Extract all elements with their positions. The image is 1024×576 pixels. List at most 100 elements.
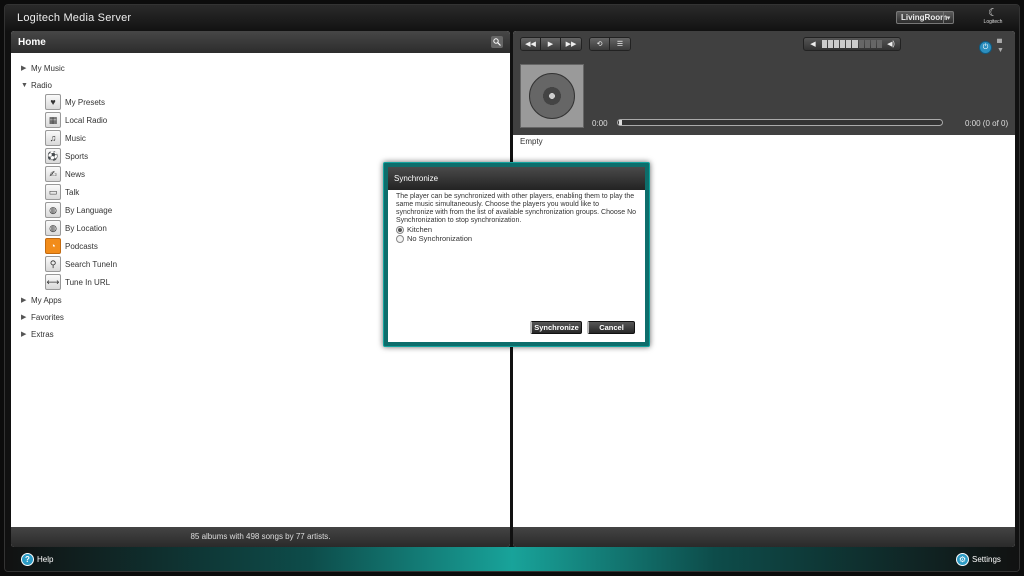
radio-item-sports[interactable]: ⚽ Sports	[45, 148, 88, 164]
shuffle-icon[interactable]: ☰	[610, 38, 630, 50]
nav-item-label: My Music	[31, 63, 65, 73]
music-note-icon: ♫	[45, 130, 61, 146]
volume-segment[interactable]	[870, 40, 876, 48]
radio-item-podcasts[interactable]: ◔ Podcasts	[45, 238, 98, 254]
radio-item-local-radio[interactable]: ▦ Local Radio	[45, 112, 107, 128]
sync-option-none[interactable]: No Synchronization	[396, 235, 637, 243]
album-art	[520, 64, 584, 128]
volume-segment[interactable]	[822, 40, 828, 48]
speech-bubble-icon: ▭	[45, 184, 61, 200]
radio-item-label: By Language	[65, 205, 113, 215]
logitech-logo: ☾ Logitech	[981, 8, 1005, 28]
dialog-buttons: Synchronize Cancel	[530, 321, 635, 334]
radio-item-by-location[interactable]: ◍ By Location	[45, 220, 107, 236]
radio-item-label: Search TuneIn	[65, 259, 118, 269]
volume-control: ◀ ◀)	[803, 37, 901, 51]
radio-item-label: Local Radio	[65, 115, 108, 125]
url-icon: ⟷	[45, 274, 61, 290]
volume-segment[interactable]	[834, 40, 840, 48]
radio-item-search-tunein[interactable]: ⚲ Search TuneIn	[45, 256, 117, 272]
radio-item-talk[interactable]: ▭ Talk	[45, 184, 79, 200]
player-controls: ◀◀ ▶ ▶▶ ⟲ ☰ ◀ ◀) ⏻ ▀ ▼ 0:00 0:00 (0 of 0…	[513, 31, 1015, 135]
gear-icon: ⚙	[956, 553, 969, 566]
synchronize-dialog: Synchronize The player can be synchroniz…	[383, 162, 650, 347]
playback-mode-controls: ⟲ ☰	[589, 37, 631, 51]
news-icon: ✍	[45, 166, 61, 182]
radio-item-music[interactable]: ♫ Music	[45, 130, 86, 146]
settings-label: Settings	[972, 555, 1001, 564]
progress-thumb[interactable]	[619, 120, 622, 125]
nav-item-extras[interactable]: ▶ Extras	[21, 327, 54, 341]
radio-item-label: Podcasts	[65, 241, 98, 251]
play-icon[interactable]: ▶	[541, 38, 561, 50]
radio-button-selected[interactable]	[396, 226, 404, 234]
nav-item-my-music[interactable]: ▶ My Music	[21, 61, 65, 75]
nav-item-label: My Apps	[31, 295, 62, 305]
search-icon[interactable]	[491, 36, 503, 48]
power-icon[interactable]: ⏻	[979, 41, 992, 54]
nav-item-favorites[interactable]: ▶ Favorites	[21, 310, 64, 324]
dialog-content: The player can be synchronized with othe…	[388, 190, 645, 246]
expand-arrow-icon: ▶	[21, 297, 27, 304]
globe-location-icon: ◍	[45, 220, 61, 236]
cancel-button[interactable]: Cancel	[587, 321, 635, 334]
app-title: Logitech Media Server	[17, 12, 132, 24]
radio-item-label: Sports	[65, 151, 89, 161]
dialog-title: Synchronize	[388, 167, 645, 190]
chevron-down-icon: ▾	[943, 12, 953, 23]
radio-item-news[interactable]: ✍ News	[45, 166, 85, 182]
help-label: Help	[37, 555, 54, 564]
globe-icon: ◍	[45, 202, 61, 218]
mini-player-icon[interactable]: ▀ ▼	[997, 40, 1007, 54]
expand-arrow-icon: ▶	[21, 331, 27, 338]
player-selector[interactable]: LivingRoom ▾	[896, 11, 954, 24]
sync-option-label: No Synchronization	[407, 234, 473, 243]
radio-item-label: By Location	[65, 223, 107, 233]
volume-segment[interactable]	[840, 40, 846, 48]
nav-item-my-apps[interactable]: ▶ My Apps	[21, 293, 62, 307]
home-panel-title: Home	[18, 37, 46, 48]
settings-button[interactable]: ⚙ Settings	[956, 553, 1001, 566]
volume-segment[interactable]	[828, 40, 834, 48]
rewind-icon[interactable]: ◀◀	[521, 38, 541, 50]
volume-down-icon[interactable]: ◀	[807, 40, 819, 48]
nav-item-radio[interactable]: ▼ Radio	[21, 78, 52, 92]
radio-button[interactable]	[396, 235, 404, 243]
progress-bar[interactable]	[617, 119, 943, 126]
fast-forward-icon[interactable]: ▶▶	[561, 38, 581, 50]
help-button[interactable]: ? Help	[21, 553, 53, 566]
volume-segment[interactable]	[846, 40, 852, 48]
volume-segment[interactable]	[858, 40, 864, 48]
volume-up-icon[interactable]: ◀)	[885, 40, 897, 48]
heart-icon: ♥	[45, 94, 61, 110]
sync-option-kitchen[interactable]: Kitchen	[396, 226, 637, 234]
local-radio-icon: ▦	[45, 112, 61, 128]
dialog-description: The player can be synchronized with othe…	[396, 193, 637, 224]
rss-icon: ◔	[45, 238, 61, 254]
nav-item-label: Radio	[31, 80, 52, 90]
elapsed-time: 0:00	[592, 119, 608, 128]
cd-disc-icon	[529, 73, 575, 119]
volume-segment[interactable]	[876, 40, 882, 48]
volume-segment[interactable]	[864, 40, 870, 48]
radio-item-tune-in-url[interactable]: ⟷ Tune In URL	[45, 274, 110, 290]
radio-item-label: News	[65, 169, 86, 179]
radio-item-label: My Presets	[65, 97, 106, 107]
player-selector-label: LivingRoom	[901, 13, 948, 22]
nav-item-label: Extras	[31, 329, 54, 339]
soccer-ball-icon: ⚽	[45, 148, 61, 164]
volume-segment[interactable]	[852, 40, 858, 48]
radio-item-by-language[interactable]: ◍ By Language	[45, 202, 112, 218]
logo-text: Logitech	[983, 19, 1003, 25]
library-stats: 85 albums with 498 songs by 77 artists.	[11, 527, 510, 547]
logitech-logo-icon: ☾	[988, 7, 998, 19]
radio-item-my-presets[interactable]: ♥ My Presets	[45, 94, 105, 110]
total-time: 0:00 (0 of 0)	[965, 119, 1009, 128]
bottom-bar: ? Help ⚙ Settings	[5, 547, 1019, 571]
synchronize-button[interactable]: Synchronize	[530, 321, 582, 334]
top-bar: Logitech Media Server LivingRoom ▾ ☾ Log…	[5, 5, 1019, 31]
sync-option-label: Kitchen	[407, 225, 433, 234]
collapse-arrow-icon: ▼	[21, 81, 28, 89]
volume-level-bar[interactable]	[822, 40, 882, 48]
repeat-icon[interactable]: ⟲	[590, 38, 610, 50]
